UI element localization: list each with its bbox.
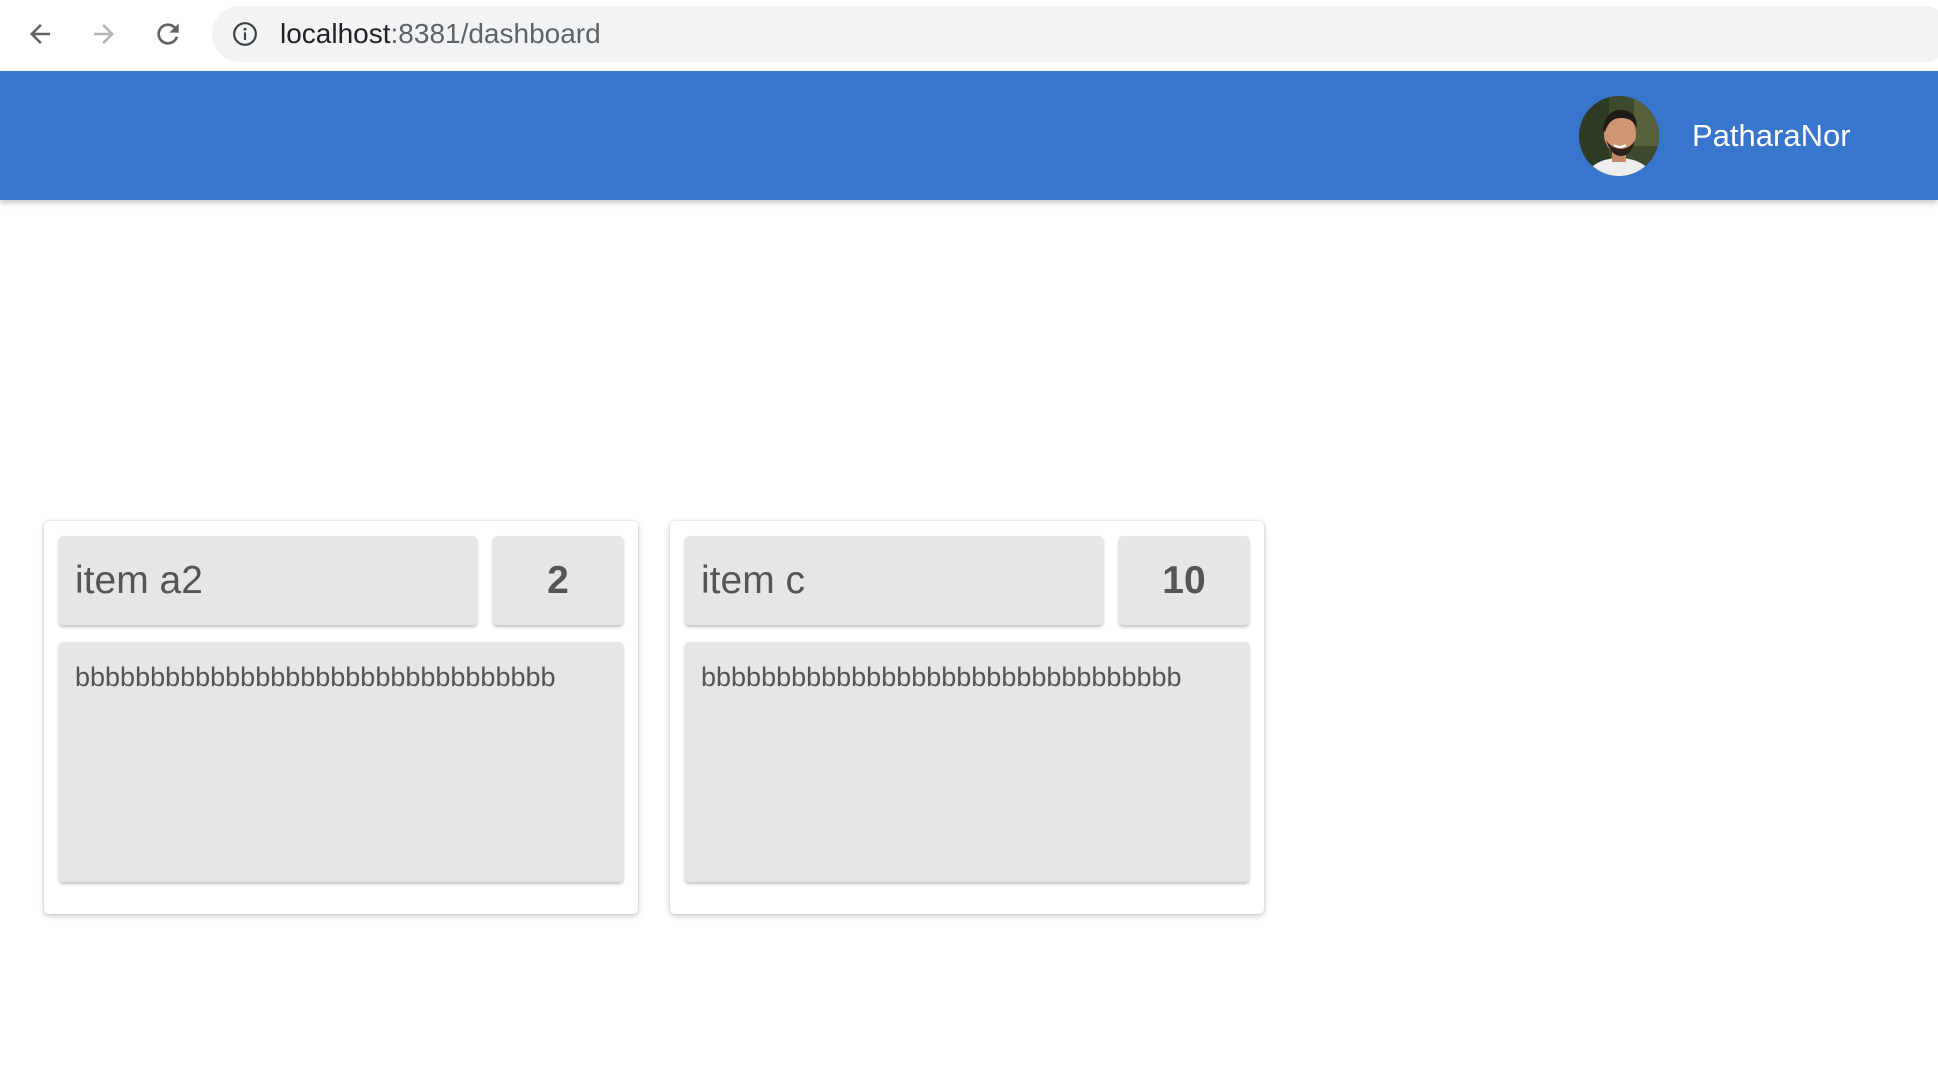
reload-icon xyxy=(157,23,179,45)
user-name[interactable]: PatharaNor xyxy=(1692,71,1851,200)
url-host: localhost xyxy=(280,18,391,49)
card-body-text: bbbbbbbbbbbbbbbbbbbbbbbbbbbbbbbb xyxy=(75,662,556,692)
url-text[interactable]: localhost:8381/dashboard xyxy=(280,6,601,62)
card-title: item c xyxy=(701,559,806,602)
arrow-left-icon xyxy=(30,24,50,44)
item-card: item a2 2 bbbbbbbbbbbbbbbbbbbbbbbbbbbbbb… xyxy=(44,521,638,914)
url-path: :8381/dashboard xyxy=(390,18,601,49)
card-title: item a2 xyxy=(75,559,203,602)
info-icon[interactable] xyxy=(232,21,258,47)
card-count: 10 xyxy=(1162,558,1206,602)
back-button[interactable] xyxy=(20,14,60,54)
card-body-box: bbbbbbbbbbbbbbbbbbbbbbbbbbbbbbbb xyxy=(59,642,623,882)
card-body-text: bbbbbbbbbbbbbbbbbbbbbbbbbbbbbbbb xyxy=(701,662,1182,692)
card-count: 2 xyxy=(547,558,569,602)
avatar[interactable] xyxy=(1579,96,1659,176)
user-avatar-image xyxy=(1579,96,1659,176)
card-count-box: 2 xyxy=(493,536,623,625)
address-bar[interactable]: localhost:8381/dashboard xyxy=(212,6,1938,62)
card-body-box: bbbbbbbbbbbbbbbbbbbbbbbbbbbbbbbb xyxy=(685,642,1249,882)
card-count-box: 10 xyxy=(1119,536,1249,625)
item-card: item c 10 bbbbbbbbbbbbbbbbbbbbbbbbbbbbbb… xyxy=(670,521,1264,914)
forward-button[interactable] xyxy=(84,14,124,54)
card-title-box: item c xyxy=(685,536,1103,625)
card-title-box: item a2 xyxy=(59,536,477,625)
reload-button[interactable] xyxy=(148,14,188,54)
arrow-right-icon xyxy=(94,24,114,44)
browser-toolbar: localhost:8381/dashboard xyxy=(0,0,1938,71)
app-header: PatharaNor xyxy=(0,71,1938,200)
